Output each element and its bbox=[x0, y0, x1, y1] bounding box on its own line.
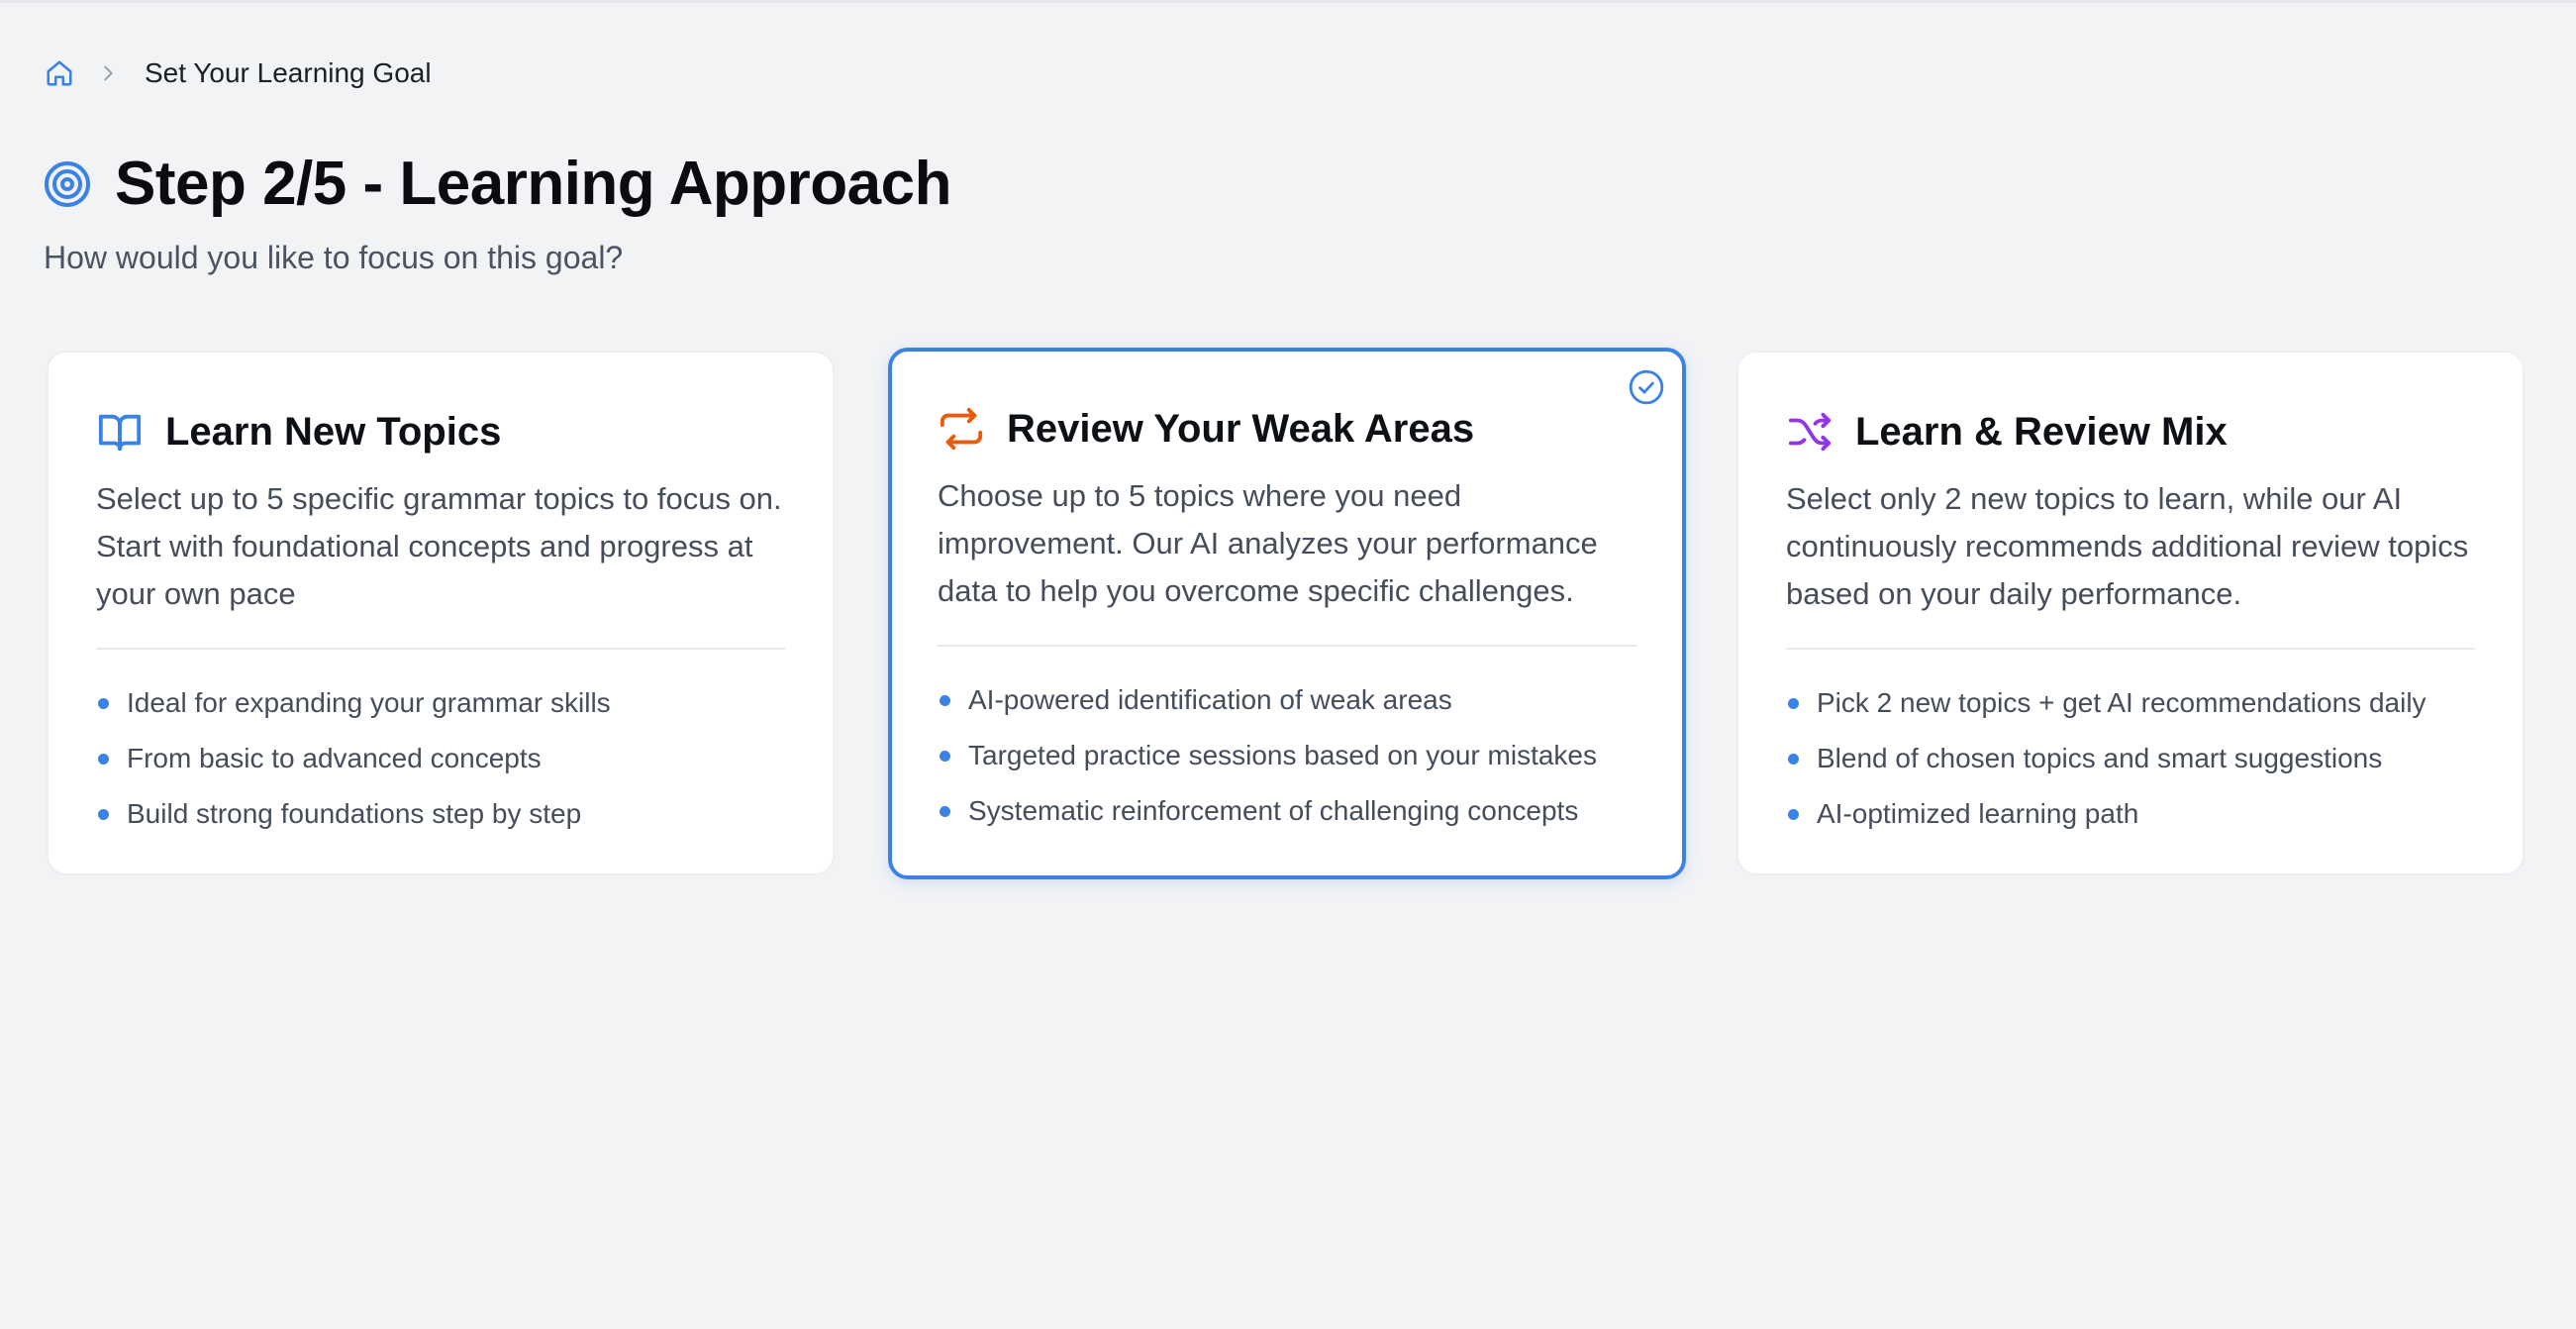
card-title: Learn New Topics bbox=[165, 409, 502, 454]
card-title: Learn & Review Mix bbox=[1855, 409, 2228, 454]
repeat-icon bbox=[938, 405, 985, 453]
feature-item: Blend of chosen topics and smart suggest… bbox=[1786, 731, 2475, 786]
card-header: Learn New Topics bbox=[96, 402, 785, 461]
feature-item: AI-optimized learning path bbox=[1786, 786, 2475, 842]
feature-text: Build strong foundations step by step bbox=[127, 798, 582, 829]
feature-text: AI-powered identification of weak areas bbox=[968, 684, 1452, 715]
breadcrumb-current: Set Your Learning Goal bbox=[145, 57, 432, 88]
feature-item: Targeted practice sessions based on your… bbox=[938, 728, 1636, 783]
check-circle-icon bbox=[1627, 367, 1666, 407]
card-divider bbox=[96, 648, 785, 650]
feature-list: Ideal for expanding your grammar skills … bbox=[96, 675, 785, 842]
option-card-learn-new-topics[interactable]: Learn New Topics Select up to 5 specific… bbox=[47, 351, 835, 875]
page-header: Step 2/5 - Learning Approach bbox=[44, 147, 951, 222]
card-description: Select only 2 new topics to learn, while… bbox=[1786, 481, 2469, 611]
feature-text: Pick 2 new topics + get AI recommendatio… bbox=[1817, 687, 2427, 718]
feature-item: Systematic reinforcement of challenging … bbox=[938, 783, 1636, 839]
bullet-dot bbox=[940, 694, 950, 706]
feature-text: Targeted practice sessions based on your… bbox=[968, 740, 1597, 770]
option-card-review-weak-areas[interactable]: Review Your Weak Areas Choose up to 5 to… bbox=[888, 348, 1686, 879]
bullet-dot bbox=[1788, 753, 1799, 765]
feature-item: Ideal for expanding your grammar skills bbox=[96, 675, 785, 731]
feature-text: Systematic reinforcement of challenging … bbox=[968, 795, 1579, 826]
home-icon[interactable] bbox=[44, 57, 75, 89]
bullet-dot bbox=[98, 697, 109, 709]
feature-item: From basic to advanced concepts bbox=[96, 731, 785, 786]
top-edge bbox=[0, 0, 2576, 3]
breadcrumb: Set Your Learning Goal bbox=[44, 51, 432, 95]
feature-text: Blend of chosen topics and smart suggest… bbox=[1817, 743, 2383, 773]
feature-item: Pick 2 new topics + get AI recommendatio… bbox=[1786, 675, 2475, 731]
feature-list: AI-powered identification of weak areas … bbox=[938, 672, 1636, 839]
feature-item: Build strong foundations step by step bbox=[96, 786, 785, 842]
card-description: Select up to 5 specific grammar topics t… bbox=[96, 481, 782, 611]
chevron-right-icon bbox=[95, 60, 121, 86]
feature-text: AI-optimized learning path bbox=[1817, 798, 2139, 829]
card-divider bbox=[1786, 648, 2475, 650]
card-title: Review Your Weak Areas bbox=[1007, 406, 1475, 451]
card-header: Review Your Weak Areas bbox=[938, 399, 1636, 459]
feature-text: Ideal for expanding your grammar skills bbox=[127, 687, 611, 718]
shuffle-icon bbox=[1786, 408, 1833, 456]
card-description: Choose up to 5 topics where you need imp… bbox=[938, 478, 1598, 608]
option-card-learn-review-mix[interactable]: Learn & Review Mix Select only 2 new top… bbox=[1736, 351, 2525, 875]
card-header: Learn & Review Mix bbox=[1786, 402, 2475, 461]
book-open-icon bbox=[96, 408, 144, 456]
feature-list: Pick 2 new topics + get AI recommendatio… bbox=[1786, 675, 2475, 842]
target-icon bbox=[44, 160, 91, 208]
page-title: Step 2/5 - Learning Approach bbox=[115, 150, 951, 218]
page-subtitle: How would you like to focus on this goal… bbox=[44, 240, 624, 275]
bullet-dot bbox=[98, 808, 109, 820]
feature-text: From basic to advanced concepts bbox=[127, 743, 542, 773]
bullet-dot bbox=[1788, 808, 1799, 820]
feature-item: AI-powered identification of weak areas bbox=[938, 672, 1636, 728]
card-divider bbox=[938, 645, 1636, 647]
bullet-dot bbox=[1788, 697, 1799, 709]
bullet-dot bbox=[98, 753, 109, 765]
bullet-dot bbox=[940, 750, 950, 762]
bullet-dot bbox=[940, 805, 950, 817]
